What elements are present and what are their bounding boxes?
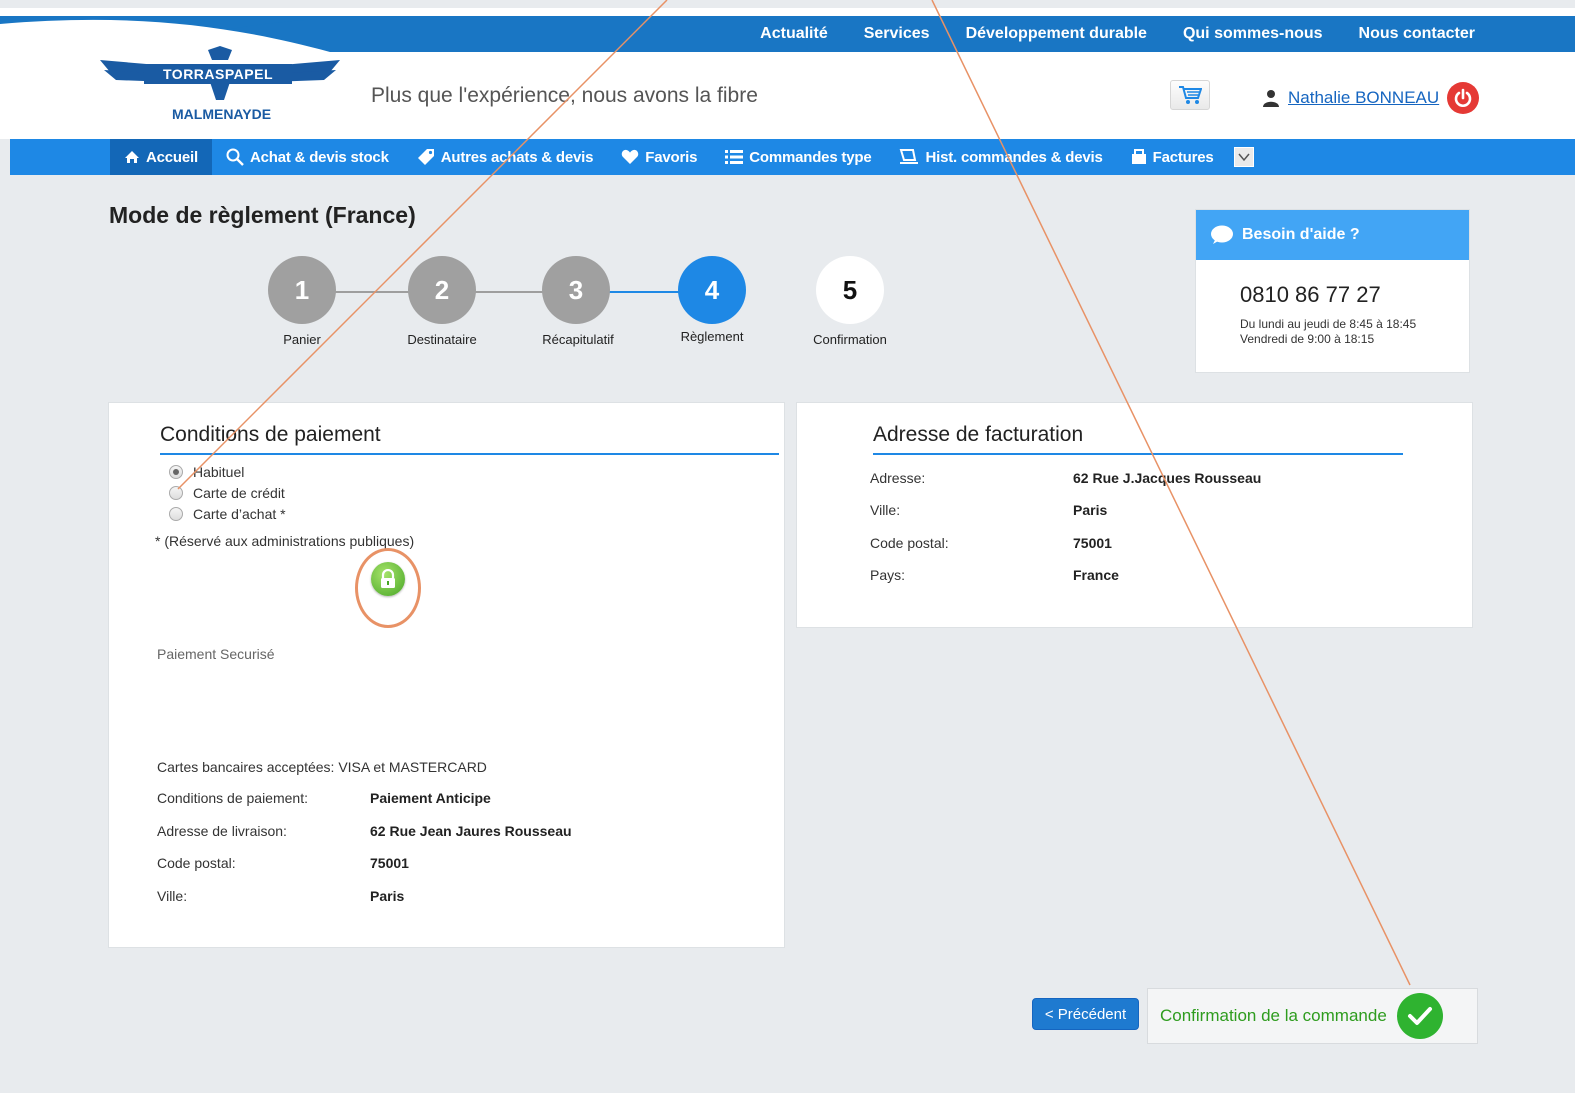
detail-label: Ville: xyxy=(157,888,188,904)
billing-panel-title: Adresse de facturation xyxy=(873,423,1403,455)
detail-label: Conditions de paiement: xyxy=(157,790,308,806)
logout-button[interactable] xyxy=(1447,82,1480,114)
step-4-label: Règlement xyxy=(680,329,744,344)
help-box: Besoin d'aide ? 0810 86 77 27 Du lundi a… xyxy=(1195,209,1470,373)
tagline: Plus que l'expérience, nous avons la fib… xyxy=(371,84,758,107)
home-icon xyxy=(125,151,139,163)
top-nav-links: Actualité Services Développement durable… xyxy=(760,16,1475,52)
logo[interactable]: TORRASPAPEL MALMENAYDE xyxy=(100,46,340,122)
cart-outline-icon xyxy=(900,149,919,164)
help-hours: Du lundi au jeudi de 8:45 à 18:45 Vendre… xyxy=(1240,317,1416,347)
step-1-label: Panier xyxy=(283,332,321,347)
step-2-circle: 2 xyxy=(408,256,476,324)
checkmark-icon xyxy=(1396,993,1443,1039)
nav-accueil[interactable]: Accueil xyxy=(110,139,212,175)
payment-option-label: Carte d’achat * xyxy=(193,506,286,522)
billing-value: 75001 xyxy=(1073,535,1112,551)
payment-panel-title: Conditions de paiement xyxy=(160,423,779,455)
public-admin-note: * (Réservé aux administrations publiques… xyxy=(155,533,415,549)
step-5-label: Confirmation xyxy=(813,332,887,347)
detail-label: Adresse de livraison: xyxy=(157,823,287,839)
radio-habituel[interactable] xyxy=(169,465,183,479)
cart-button[interactable] xyxy=(1170,80,1210,110)
step-4-circle: 4 xyxy=(678,256,746,324)
nav-more-button[interactable] xyxy=(1233,147,1254,167)
logo-text-bottom: MALMENAYDE xyxy=(172,106,272,122)
payment-option-label: Habituel xyxy=(193,464,245,480)
accepted-cards-text: Cartes bancaires acceptées: VISA et MAST… xyxy=(157,759,487,775)
payment-option-carte-achat[interactable]: Carte d’achat * xyxy=(169,506,286,522)
topnav-nous-contacter[interactable]: Nous contacter xyxy=(1359,25,1475,43)
step-3-circle: 3 xyxy=(542,256,610,324)
detail-value: Paiement Anticipe xyxy=(370,790,491,806)
nav-label: Achat & devis stock xyxy=(249,148,389,166)
topnav-services[interactable]: Services xyxy=(864,25,930,43)
nav-autres-achats-devis[interactable]: Autres achats & devis xyxy=(403,139,608,175)
previous-button[interactable]: < Précédent xyxy=(1032,998,1139,1030)
user-area: Nathalie BONNEAU xyxy=(1262,82,1480,114)
billing-value: France xyxy=(1073,567,1119,583)
power-icon xyxy=(1454,88,1472,107)
payment-panel: Conditions de paiement Habituel Carte de… xyxy=(108,402,785,948)
billing-label: Adresse: xyxy=(870,470,926,486)
topnav-actualite[interactable]: Actualité xyxy=(760,25,828,43)
topnav-qui-sommes-nous[interactable]: Qui sommes-nous xyxy=(1183,25,1323,43)
detail-value: 75001 xyxy=(370,855,409,871)
chevron-down-icon xyxy=(1237,153,1250,162)
cart-icon xyxy=(1179,86,1202,104)
nav-factures[interactable]: Factures xyxy=(1117,139,1228,175)
chat-bubble-icon xyxy=(1211,225,1233,244)
nav-favoris[interactable]: Favoris xyxy=(607,139,711,175)
help-header: Besoin d'aide ? xyxy=(1196,210,1469,260)
main-navigation: Accueil Achat & devis stock Autres achat… xyxy=(10,139,1575,175)
secure-payment-text: Paiement Securisé xyxy=(157,646,275,662)
nav-label: Accueil xyxy=(146,148,198,166)
help-hours-weekdays: Du lundi au jeudi de 8:45 à 18:45 xyxy=(1240,317,1417,331)
checkout-stepper: 1 2 3 4 5 Panier Destinataire Récapitula… xyxy=(268,256,908,356)
billing-label: Pays: xyxy=(870,567,906,583)
invoice-icon xyxy=(1131,149,1146,164)
billing-value: Paris xyxy=(1073,502,1108,518)
billing-panel: Adresse de facturation Adresse: 62 Rue J… xyxy=(796,402,1473,628)
tag-icon xyxy=(417,149,434,165)
step-2-label: Destinataire xyxy=(407,332,477,347)
radio-carte-achat[interactable] xyxy=(169,507,183,521)
nav-achat-devis-stock[interactable]: Achat & devis stock xyxy=(212,139,403,175)
top-strip xyxy=(0,0,1575,8)
nav-hist-commandes-devis[interactable]: Hist. commandes & devis xyxy=(885,139,1116,175)
annotation-circle xyxy=(355,548,421,628)
help-title: Besoin d'aide ? xyxy=(1242,226,1360,243)
billing-label: Ville: xyxy=(870,502,901,518)
step-1-circle: 1 xyxy=(268,256,336,324)
topnav-developpement-durable[interactable]: Développement durable xyxy=(966,25,1147,43)
help-hours-friday: Vendredi de 9:00 à 18:15 xyxy=(1240,332,1375,346)
list-icon xyxy=(725,150,744,164)
payment-option-habituel[interactable]: Habituel xyxy=(169,464,244,480)
detail-value: Paris xyxy=(370,888,405,904)
heart-icon xyxy=(622,149,639,164)
billing-label: Code postal: xyxy=(870,535,949,551)
step-3-label: Récapitulatif xyxy=(542,332,614,347)
help-phone: 0810 86 77 27 xyxy=(1240,282,1381,307)
user-name-link[interactable]: Nathalie BONNEAU xyxy=(1288,88,1439,108)
nav-label: Commandes type xyxy=(749,148,872,166)
nav-label: Factures xyxy=(1152,148,1214,166)
detail-value: 62 Rue Jean Jaures Rousseau xyxy=(370,823,572,839)
radio-carte-credit[interactable] xyxy=(169,486,183,500)
nav-label: Hist. commandes & devis xyxy=(925,148,1103,166)
confirm-order-label: Confirmation de la commande xyxy=(1160,1006,1387,1025)
payment-option-label: Carte de crédit xyxy=(193,485,285,501)
logo-text-top: TORRASPAPEL xyxy=(144,64,292,84)
detail-label: Code postal: xyxy=(157,855,236,871)
page-title: Mode de règlement (France) xyxy=(109,202,416,228)
confirm-order-button[interactable]: Confirmation de la commande xyxy=(1147,988,1478,1044)
payment-option-carte-credit[interactable]: Carte de crédit xyxy=(169,485,285,501)
user-icon xyxy=(1263,90,1279,107)
search-icon xyxy=(226,148,244,166)
nav-label: Autres achats & devis xyxy=(440,148,594,166)
billing-value: 62 Rue J.Jacques Rousseau xyxy=(1073,470,1262,486)
step-5-circle: 5 xyxy=(816,256,884,324)
nav-commandes-type[interactable]: Commandes type xyxy=(711,139,885,175)
nav-label: Favoris xyxy=(645,148,698,166)
